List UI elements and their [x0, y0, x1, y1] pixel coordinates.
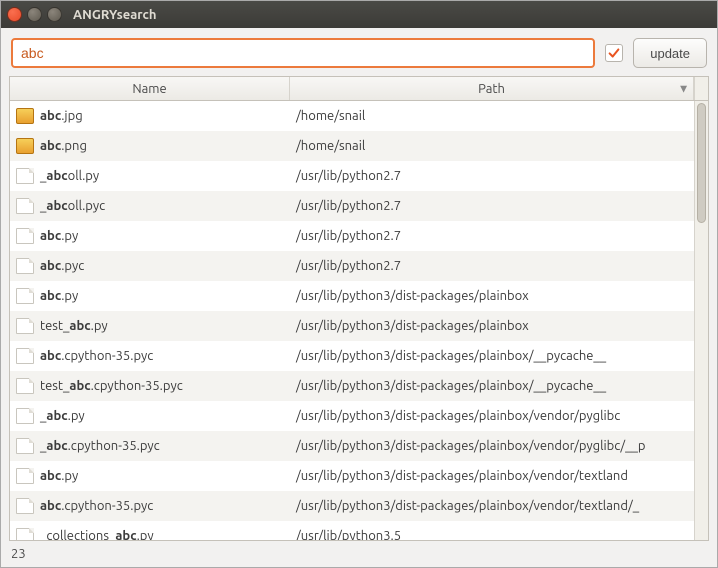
table-row[interactable]: _collections_abc.py/usr/lib/python3.5	[10, 521, 694, 540]
checkmark-icon	[607, 46, 621, 60]
table-row[interactable]: abc.py/usr/lib/python3/dist-packages/pla…	[10, 461, 694, 491]
scroll-header-spacer	[694, 77, 708, 100]
table-row[interactable]: _abc.py/usr/lib/python3/dist-packages/pl…	[10, 401, 694, 431]
document-file-icon	[16, 528, 34, 540]
cell-name: abc.py	[10, 468, 290, 484]
image-file-icon	[16, 108, 34, 124]
result-count: 23	[11, 547, 26, 561]
app-window: ANGRYsearch update Name Path ▼ abc.jpg/h…	[0, 0, 718, 568]
file-name: abc.jpg	[40, 109, 83, 123]
table-row[interactable]: abc.cpython-35.pyc/usr/lib/python3/dist-…	[10, 341, 694, 371]
cell-path: /usr/lib/python3/dist-packages/plainbox	[290, 319, 694, 333]
window-maximize-icon[interactable]	[47, 7, 62, 22]
titlebar[interactable]: ANGRYsearch	[1, 1, 717, 28]
cell-name: _abc.py	[10, 408, 290, 424]
document-file-icon	[16, 168, 34, 184]
image-file-icon	[16, 138, 34, 154]
file-name: test_abc.py	[40, 319, 108, 333]
column-header-path[interactable]: Path ▼	[290, 77, 694, 100]
cell-path: /usr/lib/python3/dist-packages/plainbox/…	[290, 349, 694, 363]
table-row[interactable]: abc.pyc/usr/lib/python2.7	[10, 251, 694, 281]
cell-name: abc.cpython-35.pyc	[10, 348, 290, 364]
file-name: abc.cpython-35.pyc	[40, 349, 153, 363]
cell-path: /usr/lib/python2.7	[290, 169, 694, 183]
column-header-name[interactable]: Name	[10, 77, 290, 100]
statusbar: 23	[1, 545, 717, 567]
file-name: abc.py	[40, 289, 78, 303]
cell-name: test_abc.py	[10, 318, 290, 334]
cell-path: /usr/lib/python2.7	[290, 259, 694, 273]
window-minimize-icon[interactable]	[27, 7, 42, 22]
file-name: abc.png	[40, 139, 87, 153]
file-name: _abc.cpython-35.pyc	[40, 439, 160, 453]
table-row[interactable]: abc.py/usr/lib/python2.7	[10, 221, 694, 251]
file-name: abc.py	[40, 229, 78, 243]
cell-name: abc.py	[10, 288, 290, 304]
document-file-icon	[16, 468, 34, 484]
update-button[interactable]: update	[633, 38, 707, 68]
table-row[interactable]: abc.py/usr/lib/python3/dist-packages/pla…	[10, 281, 694, 311]
file-name: _abcoll.py	[40, 169, 99, 183]
document-file-icon	[16, 438, 34, 454]
cell-path: /home/snail	[290, 139, 694, 153]
table-row[interactable]: _abc.cpython-35.pyc/usr/lib/python3/dist…	[10, 431, 694, 461]
file-name: abc.py	[40, 469, 78, 483]
document-file-icon	[16, 228, 34, 244]
file-name: _abcoll.pyc	[40, 199, 105, 213]
column-header-path-label: Path	[478, 82, 505, 96]
cell-path: /usr/lib/python3/dist-packages/plainbox/…	[290, 499, 694, 513]
cell-path: /usr/lib/python3/dist-packages/plainbox/…	[290, 409, 694, 423]
cell-name: _abcoll.pyc	[10, 198, 290, 214]
cell-name: _abc.cpython-35.pyc	[10, 438, 290, 454]
cell-path: /usr/lib/python2.7	[290, 199, 694, 213]
table-row[interactable]: abc.png/home/snail	[10, 131, 694, 161]
table-header: Name Path ▼	[10, 77, 708, 101]
cell-path: /home/snail	[290, 109, 694, 123]
cell-name: _collections_abc.py	[10, 528, 290, 540]
cell-path: /usr/lib/python3/dist-packages/plainbox/…	[290, 379, 694, 393]
file-name: _abc.py	[40, 409, 85, 423]
document-file-icon	[16, 288, 34, 304]
window-title: ANGRYsearch	[73, 8, 157, 22]
table-row[interactable]: abc.cpython-35.pyc/usr/lib/python3/dist-…	[10, 491, 694, 521]
cell-name: abc.jpg	[10, 108, 290, 124]
file-name: test_abc.cpython-35.pyc	[40, 379, 183, 393]
results-table: Name Path ▼ abc.jpg/home/snailabc.png/ho…	[9, 76, 709, 541]
cell-name: _abcoll.py	[10, 168, 290, 184]
file-name: abc.pyc	[40, 259, 84, 273]
document-file-icon	[16, 348, 34, 364]
window-close-icon[interactable]	[7, 7, 22, 22]
cell-path: /usr/lib/python3/dist-packages/plainbox/…	[290, 469, 694, 483]
file-name: abc.cpython-35.pyc	[40, 499, 153, 513]
document-file-icon	[16, 378, 34, 394]
document-file-icon	[16, 408, 34, 424]
vertical-scrollbar-thumb[interactable]	[697, 103, 706, 223]
search-input[interactable]	[11, 38, 595, 68]
cell-name: abc.py	[10, 228, 290, 244]
toolbar: update	[1, 28, 717, 76]
cell-path: /usr/lib/python3.5	[290, 529, 694, 540]
cell-name: abc.cpython-35.pyc	[10, 498, 290, 514]
document-file-icon	[16, 318, 34, 334]
document-file-icon	[16, 498, 34, 514]
cell-path: /usr/lib/python3/dist-packages/plainbox/…	[290, 439, 694, 453]
column-header-name-label: Name	[132, 82, 166, 96]
table-row[interactable]: _abcoll.pyc/usr/lib/python2.7	[10, 191, 694, 221]
cell-name: test_abc.cpython-35.pyc	[10, 378, 290, 394]
sort-indicator-icon: ▼	[680, 83, 687, 94]
table-row[interactable]: abc.jpg/home/snail	[10, 101, 694, 131]
cell-path: /usr/lib/python3/dist-packages/plainbox	[290, 289, 694, 303]
vertical-scrollbar[interactable]	[694, 101, 708, 540]
document-file-icon	[16, 258, 34, 274]
table-body: abc.jpg/home/snailabc.png/home/snail_abc…	[10, 101, 708, 540]
file-name: _collections_abc.py	[40, 529, 154, 540]
cell-name: abc.png	[10, 138, 290, 154]
match-checkbox[interactable]	[605, 44, 623, 62]
cell-path: /usr/lib/python2.7	[290, 229, 694, 243]
cell-name: abc.pyc	[10, 258, 290, 274]
table-row[interactable]: test_abc.py/usr/lib/python3/dist-package…	[10, 311, 694, 341]
document-file-icon	[16, 198, 34, 214]
table-row[interactable]: test_abc.cpython-35.pyc/usr/lib/python3/…	[10, 371, 694, 401]
table-row[interactable]: _abcoll.py/usr/lib/python2.7	[10, 161, 694, 191]
